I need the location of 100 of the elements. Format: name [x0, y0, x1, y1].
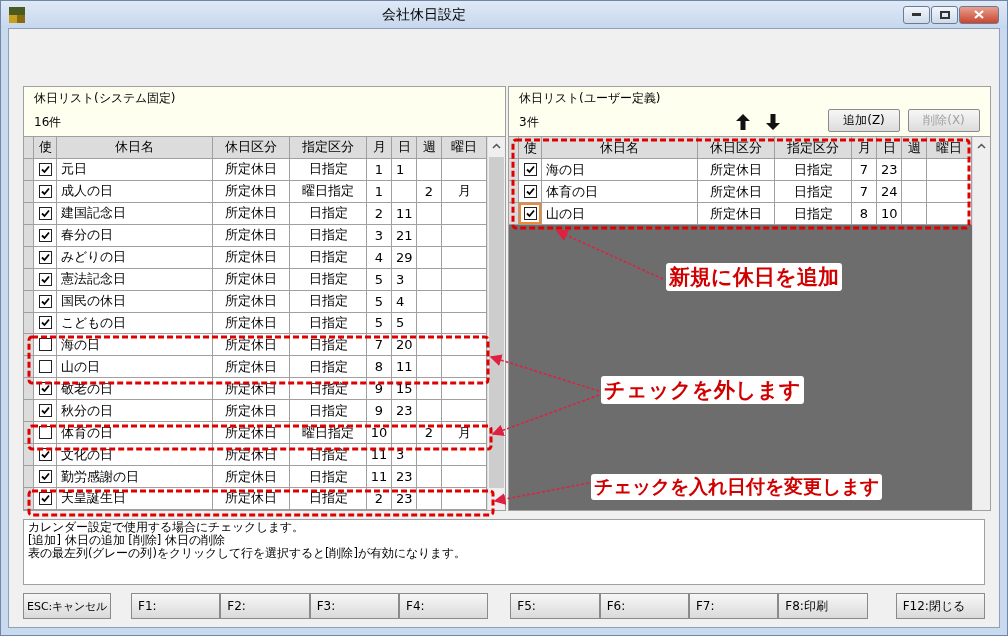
function-key-button[interactable]: F5: — [510, 593, 600, 619]
table-cell — [442, 268, 487, 291]
table-cell: 山の日 — [57, 356, 213, 379]
table-cell: 建国記念日 — [57, 202, 213, 225]
table-cell: 2 — [417, 180, 442, 203]
function-key-button[interactable]: F12:閉じる — [895, 593, 985, 619]
function-key-button[interactable]: F2: — [220, 593, 310, 619]
checkmark-icon — [40, 472, 50, 482]
table-cell: 曜日指定 — [290, 422, 367, 445]
checkbox[interactable] — [38, 360, 52, 374]
checkbox[interactable] — [38, 184, 52, 198]
table-cell: 国民の休日 — [57, 290, 213, 313]
panel-title: 休日リスト(ユーザー定義) — [519, 90, 661, 107]
checkmark-icon — [40, 406, 50, 416]
record-count: 16件 — [34, 114, 63, 131]
table-cell: 日指定 — [290, 400, 367, 423]
table-cell: 8 — [852, 203, 877, 225]
checkmark-icon — [40, 274, 50, 284]
checkbox[interactable] — [38, 316, 52, 330]
window-title: 会社休日設定 — [381, 5, 467, 24]
checkbox-cell[interactable] — [34, 180, 57, 203]
checkbox-cell[interactable] — [34, 290, 57, 313]
checkbox-cell[interactable] — [519, 203, 542, 225]
table-cell — [442, 400, 487, 423]
checkbox-cell[interactable] — [34, 268, 57, 291]
checkbox[interactable] — [523, 207, 537, 220]
checkmark-icon — [525, 209, 535, 218]
checkbox-cell[interactable] — [34, 422, 57, 445]
checkmark-icon — [525, 165, 535, 174]
table-cell: 10 — [367, 422, 392, 445]
function-key-button[interactable]: F4: — [399, 593, 489, 619]
checkbox[interactable] — [38, 228, 52, 242]
table-cell: 日指定 — [290, 158, 367, 181]
row-selector[interactable] — [24, 488, 34, 510]
table-cell: 日指定 — [775, 203, 852, 225]
checkbox[interactable] — [38, 272, 52, 286]
column-header: 休日区分 — [213, 137, 290, 159]
table-cell: 9 — [367, 400, 392, 423]
table-cell — [902, 159, 927, 181]
table-cell: 23 — [877, 159, 902, 181]
checkbox-cell[interactable] — [34, 246, 57, 269]
table-cell: 3 — [367, 224, 392, 247]
function-key-button[interactable]: ESC:キャンセル — [23, 593, 111, 619]
scroll-up-icon[interactable] — [492, 143, 501, 149]
row-selector[interactable] — [24, 378, 34, 401]
checkbox-cell[interactable] — [519, 159, 542, 181]
annotation-text: 新規に休日を追加 — [666, 263, 842, 291]
checkbox-cell[interactable] — [34, 202, 57, 225]
minimize-icon — [912, 13, 921, 16]
table-cell: 所定休日 — [213, 400, 290, 423]
scrollbar[interactable] — [972, 137, 990, 510]
checkbox[interactable] — [38, 491, 52, 505]
table-cell: 23 — [392, 466, 417, 488]
maximize-button[interactable] — [931, 5, 958, 24]
table-cell: 1 — [367, 158, 392, 181]
minimize-button[interactable] — [903, 5, 930, 24]
checkbox-cell[interactable] — [519, 181, 542, 203]
function-key-button[interactable]: F8:印刷 — [778, 593, 868, 619]
checkmark-icon — [40, 493, 50, 503]
checkbox[interactable] — [38, 470, 52, 484]
table-cell: 山の日 — [542, 203, 698, 225]
table-cell — [392, 180, 417, 203]
panel-button[interactable]: 追加(Z) — [828, 109, 900, 132]
checkbox[interactable] — [38, 404, 52, 418]
table-cell: 29 — [392, 246, 417, 269]
scroll-thumb[interactable] — [489, 157, 504, 488]
checkbox-cell[interactable] — [34, 466, 57, 488]
checkbox[interactable] — [38, 206, 52, 220]
checkbox-cell[interactable] — [34, 400, 57, 423]
table-cell — [417, 400, 442, 423]
table-cell: 4 — [367, 246, 392, 269]
function-key-button[interactable]: F7: — [688, 593, 779, 619]
checkbox[interactable] — [38, 338, 52, 352]
column-header: 週 — [417, 137, 442, 159]
message-line: 表の最左列(グレーの列)をクリックして行を選択すると[削除]が有効になります。 — [28, 547, 467, 560]
checkbox[interactable] — [523, 163, 537, 176]
table-cell: 所定休日 — [213, 158, 290, 181]
checkbox[interactable] — [38, 426, 52, 440]
row-selector[interactable] — [24, 444, 34, 467]
checkbox[interactable] — [38, 250, 52, 264]
checkbox-cell[interactable] — [34, 224, 57, 247]
checkbox-cell[interactable] — [34, 312, 57, 335]
function-key-button[interactable]: F3: — [309, 593, 399, 619]
table-cell: 所定休日 — [213, 422, 290, 445]
scroll-up-icon[interactable] — [977, 143, 986, 149]
table-cell: 月 — [442, 422, 487, 445]
column-header: 日 — [392, 137, 417, 159]
close-button[interactable] — [959, 5, 999, 24]
checkbox[interactable] — [38, 294, 52, 308]
checkbox[interactable] — [38, 162, 52, 176]
table-cell: 月 — [442, 180, 487, 203]
checkbox[interactable] — [523, 185, 537, 198]
function-key-button[interactable]: F6: — [599, 593, 689, 619]
scrollbar[interactable] — [487, 137, 505, 510]
function-key-button[interactable]: F1: — [131, 593, 221, 619]
up-arrow-icon[interactable] — [736, 114, 750, 130]
down-arrow-icon[interactable] — [766, 114, 780, 130]
checkbox-cell[interactable] — [34, 158, 57, 181]
table-cell: 4 — [392, 290, 417, 313]
checkbox-cell[interactable] — [34, 356, 57, 379]
